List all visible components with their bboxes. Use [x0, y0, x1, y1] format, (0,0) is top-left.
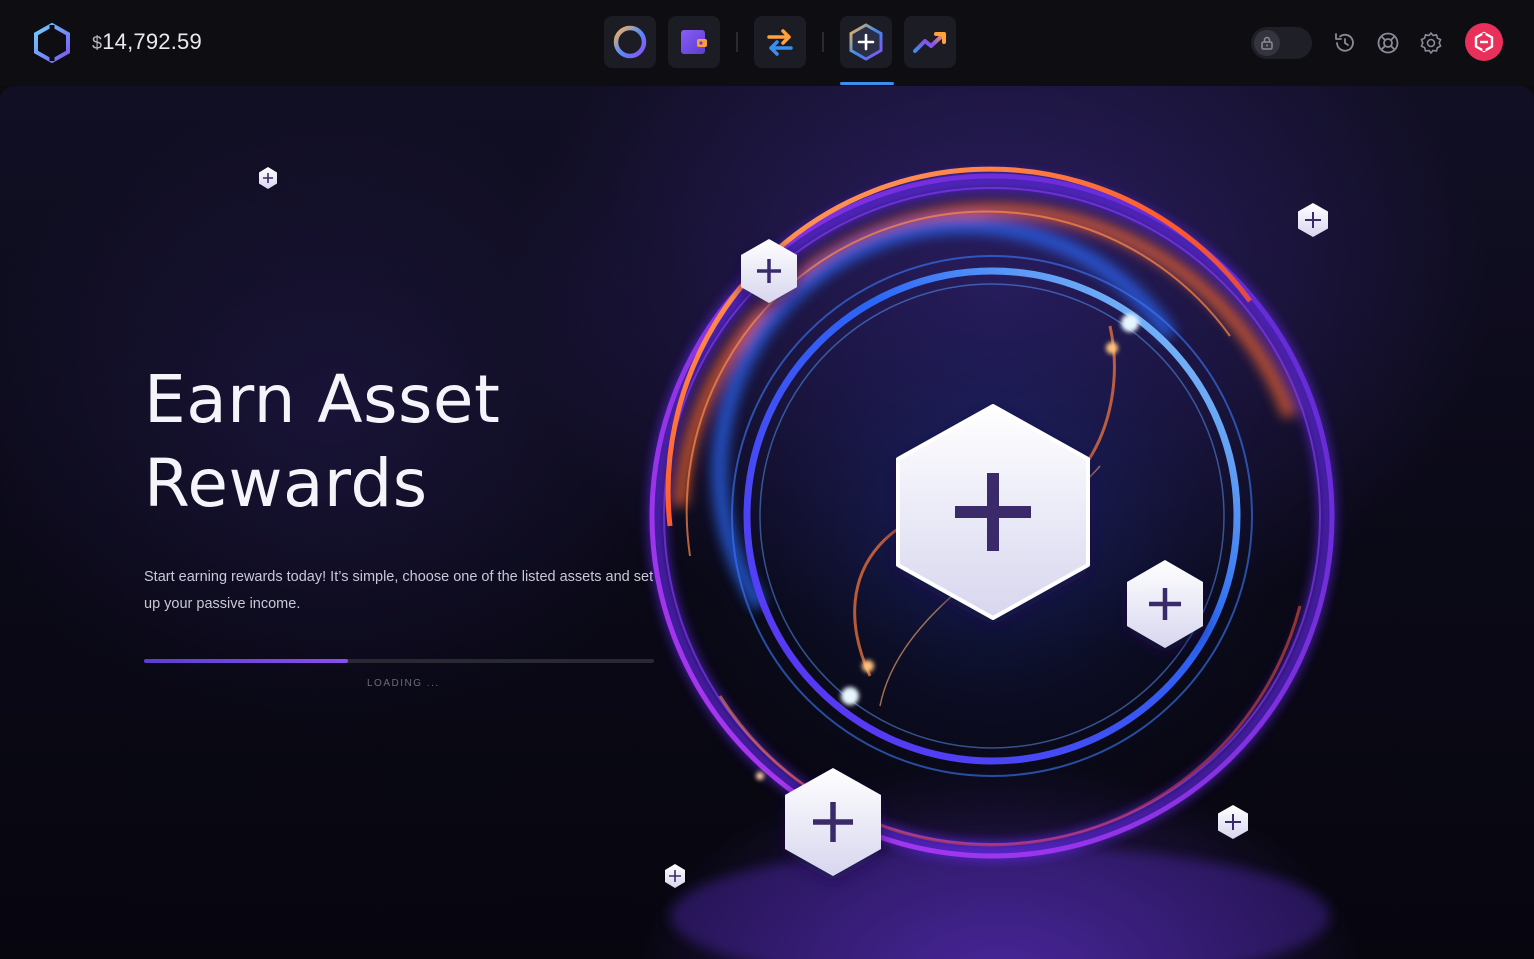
nav-separator: [736, 32, 738, 52]
page-title-line2: Rewards: [144, 445, 428, 522]
loading-label: LOADING ...: [367, 678, 440, 689]
lock-icon: [1254, 30, 1280, 56]
rewards-panel: Earn Asset Rewards Start earning rewards…: [0, 86, 1534, 959]
wallet-icon: [681, 30, 707, 54]
nav-trade-button[interactable]: [904, 16, 956, 68]
trend-up-icon: [913, 32, 946, 53]
small-hexagon-icon: [1218, 805, 1248, 839]
loading-progress-fill: [144, 659, 348, 663]
profile-logo-icon[interactable]: [1465, 23, 1503, 61]
nav-exchange-button[interactable]: [754, 16, 806, 68]
nav-portfolio-button[interactable]: [604, 16, 656, 68]
portfolio-ring-icon: [613, 25, 647, 59]
loading-progress-bar: [144, 659, 654, 663]
support-lifebuoy-icon[interactable]: [1375, 30, 1401, 56]
top-bar: $14,792.59: [0, 0, 1534, 86]
rewards-hexagon-icon: [849, 23, 883, 61]
balance-currency: $: [92, 33, 103, 53]
exodus-logo-icon[interactable]: [31, 22, 73, 64]
page-title: Earn Asset Rewards: [144, 358, 664, 526]
nav-rewards-button[interactable]: [840, 16, 892, 68]
portfolio-balance: $14,792.59: [92, 29, 202, 55]
page-title-line1: Earn Asset: [144, 361, 501, 438]
nav-separator: [822, 32, 824, 52]
small-hexagon-icon: [259, 167, 277, 189]
page-description: Start earning rewards today! It’s simple…: [144, 569, 654, 612]
nav-active-indicator: [840, 82, 894, 85]
history-icon[interactable]: [1332, 30, 1358, 56]
settings-gear-icon[interactable]: [1418, 30, 1444, 56]
small-hexagon-icon: [665, 864, 685, 888]
exchange-arrows-icon: [767, 29, 793, 56]
balance-amount: 14,792.59: [102, 29, 202, 54]
small-hexagon-icon: [1298, 203, 1328, 237]
nav-wallet-button[interactable]: [668, 16, 720, 68]
lock-toggle[interactable]: [1251, 27, 1312, 59]
